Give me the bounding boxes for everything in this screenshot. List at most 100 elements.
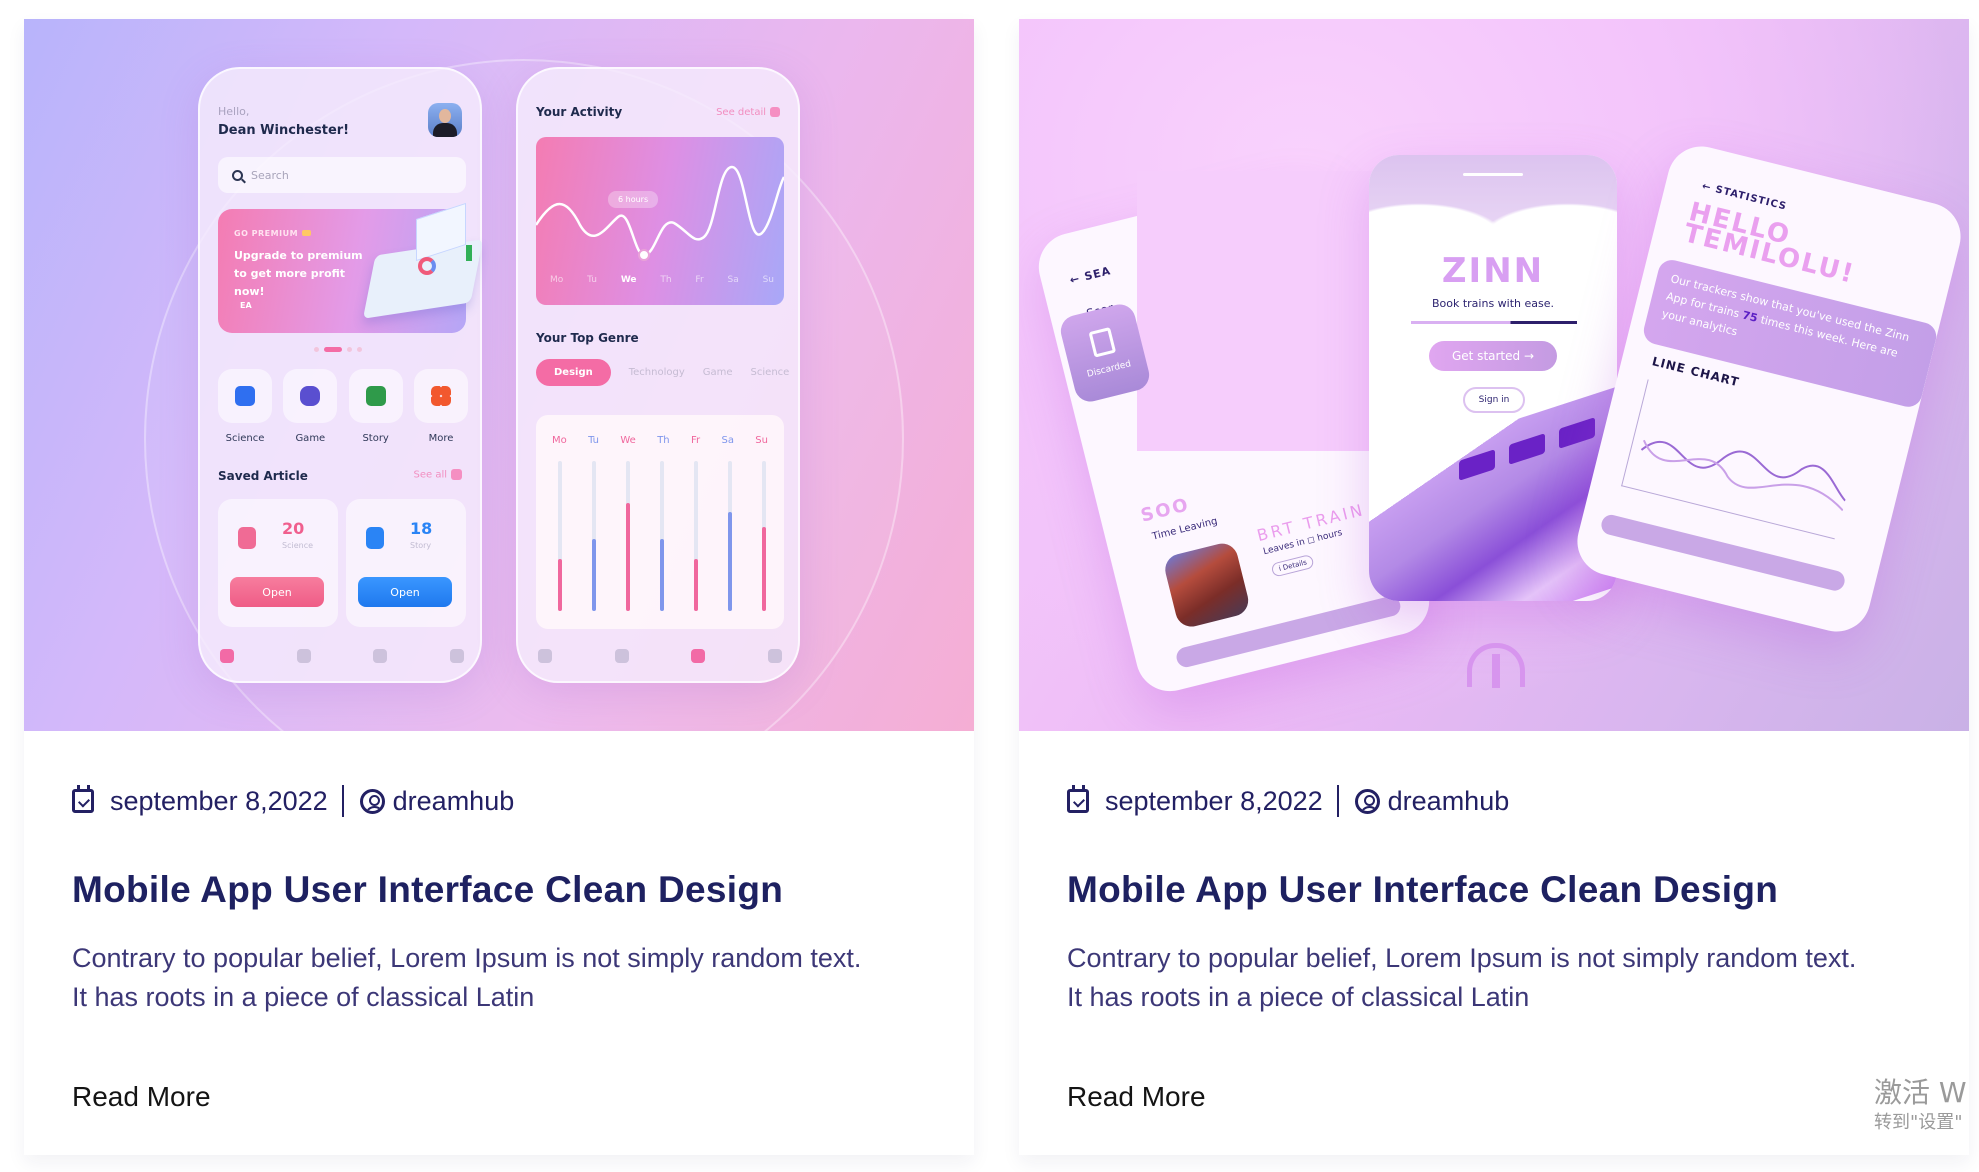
day-label: Th	[660, 275, 672, 285]
soon-heading: SOO	[1138, 494, 1192, 527]
notch-bar	[1463, 173, 1523, 176]
open-button: Open	[230, 577, 324, 607]
post-author[interactable]: dreamhub	[393, 786, 515, 817]
bar-fill	[660, 539, 664, 611]
gamepad-icon	[300, 386, 321, 406]
document-icon	[366, 527, 384, 549]
open-button: Open	[358, 577, 452, 607]
details-chip: i Details	[1270, 553, 1316, 578]
brand-logo: EA	[240, 301, 252, 310]
category-game: Game	[283, 369, 338, 444]
stats-icon	[691, 649, 706, 663]
saved-card-science: 20 Science Open	[218, 499, 338, 627]
day-label: Su	[762, 275, 774, 285]
brand-mark-icon	[1467, 643, 1525, 688]
excerpt-line: Contrary to popular belief, Lorem Ipsum …	[72, 943, 862, 973]
search-icon	[296, 649, 311, 663]
day-label: We	[620, 275, 637, 285]
zinn-logo: ZINN	[1441, 251, 1545, 291]
activity-days: Mo Tu We Th Fr Sa Su	[550, 275, 774, 285]
read-more-link[interactable]: Read More	[72, 1081, 211, 1113]
genre-tab: Design	[536, 359, 611, 386]
genre-tab: Game	[702, 367, 733, 378]
category-label: Game	[295, 433, 326, 444]
user-circle-icon	[359, 788, 385, 814]
bar-track	[728, 461, 732, 611]
day-label: Mo	[550, 275, 564, 285]
saved-label: Story	[410, 541, 432, 550]
see-detail-link: See detail	[716, 107, 780, 118]
bar-track	[592, 461, 596, 611]
mini-line-chart	[1621, 379, 1862, 540]
watermark-line: 激活 W	[1874, 1076, 1967, 1109]
week-day-label: Fr	[690, 435, 701, 446]
avatar	[428, 103, 462, 137]
meta-divider	[341, 785, 344, 817]
post-excerpt: Contrary to popular belief, Lorem Ipsum …	[1067, 939, 1927, 1017]
document-icon	[365, 386, 386, 406]
genre-tab: Technology	[628, 367, 685, 378]
tagline: Book trains with ease.	[1431, 297, 1555, 310]
excerpt-line: It has roots in a piece of classical Lat…	[1067, 982, 1530, 1012]
post-date: september 8,2022	[110, 785, 328, 816]
excerpt-line: Contrary to popular belief, Lorem Ipsum …	[1067, 943, 1857, 973]
activity-tooltip: 6 hours	[608, 191, 659, 208]
watermark-line: 转到"设置"	[1874, 1112, 1963, 1133]
progress-line	[1411, 321, 1577, 324]
profile-icon	[449, 649, 464, 663]
weekly-bar-chart: Mo Tu We Th Fr Sa Su	[536, 415, 784, 629]
day-label: Sa	[727, 275, 739, 285]
mockup-phone-statistics: ← STATISTICS HELLO TEMILOLU! Our tracker…	[1570, 139, 1968, 639]
saved-count: 20	[282, 519, 305, 538]
meta-divider	[1336, 785, 1339, 817]
isometric-illustration	[358, 202, 488, 319]
activity-chart: 6 hours Mo Tu We Th Fr Sa Su	[536, 137, 784, 305]
train-photo	[1161, 540, 1252, 630]
post-excerpt: Contrary to popular belief, Lorem Ipsum …	[72, 939, 932, 1017]
category-row: Science Game Story More	[218, 369, 468, 444]
chart-icon	[235, 386, 255, 406]
chevron-right-icon	[451, 469, 462, 480]
bar-track	[694, 461, 698, 611]
post-thumbnail[interactable]: ← SEA Sear SOO Time Leaving BRT TRAIN Le…	[1019, 19, 1969, 731]
category-label: Science	[225, 433, 265, 444]
saved-article-heading: Saved Article	[218, 469, 308, 483]
post-author[interactable]: dreamhub	[1388, 786, 1510, 817]
week-day-label: Tu	[588, 435, 600, 446]
promo-label: GO PREMIUM	[234, 229, 299, 238]
day-label: Fr	[695, 275, 704, 285]
category-label: Story	[362, 433, 389, 444]
overlay-block	[1137, 171, 1387, 451]
search-placeholder: Search	[251, 168, 289, 182]
saved-label: Science	[282, 541, 314, 550]
get-started-button: Get started →	[1429, 341, 1557, 371]
post-thumbnail[interactable]: Hello, Dean Winchester! Search GO PREMIU…	[24, 19, 974, 731]
bar-fill	[558, 558, 562, 611]
chart-icon	[238, 527, 256, 549]
week-day-label: Mo	[552, 435, 567, 446]
calendar-icon	[1067, 785, 1089, 813]
post-title[interactable]: Mobile App User Interface Clean Design	[1067, 869, 1778, 911]
post-date: september 8,2022	[1105, 785, 1323, 816]
post-meta: september 8,2022 dreamhub	[1067, 785, 1509, 817]
bar-fill	[694, 558, 698, 611]
bar-track	[558, 461, 562, 611]
week-day-label: We	[620, 435, 636, 446]
greeting-text: Hello,	[218, 105, 250, 118]
excerpt-line: It has roots in a piece of classical Lat…	[72, 982, 535, 1012]
blog-card: Hello, Dean Winchester! Search GO PREMIU…	[24, 19, 974, 1155]
search-icon	[232, 169, 243, 181]
activity-heading: Your Activity	[536, 105, 623, 119]
sign-in-button: Sign in	[1463, 387, 1525, 413]
wave-header	[1369, 155, 1617, 235]
post-meta: september 8,2022 dreamhub	[72, 785, 514, 817]
profile-icon	[767, 649, 782, 663]
week-day-label: Sa	[721, 435, 734, 446]
genre-tabs: Design Technology Game Science	[536, 359, 789, 386]
post-title[interactable]: Mobile App User Interface Clean Design	[72, 869, 783, 911]
category-label: More	[428, 433, 454, 444]
day-label: Tu	[587, 275, 597, 285]
saved-card-story: 18 Story Open	[346, 499, 466, 627]
read-more-link[interactable]: Read More	[1067, 1081, 1206, 1113]
home-icon	[538, 649, 552, 663]
